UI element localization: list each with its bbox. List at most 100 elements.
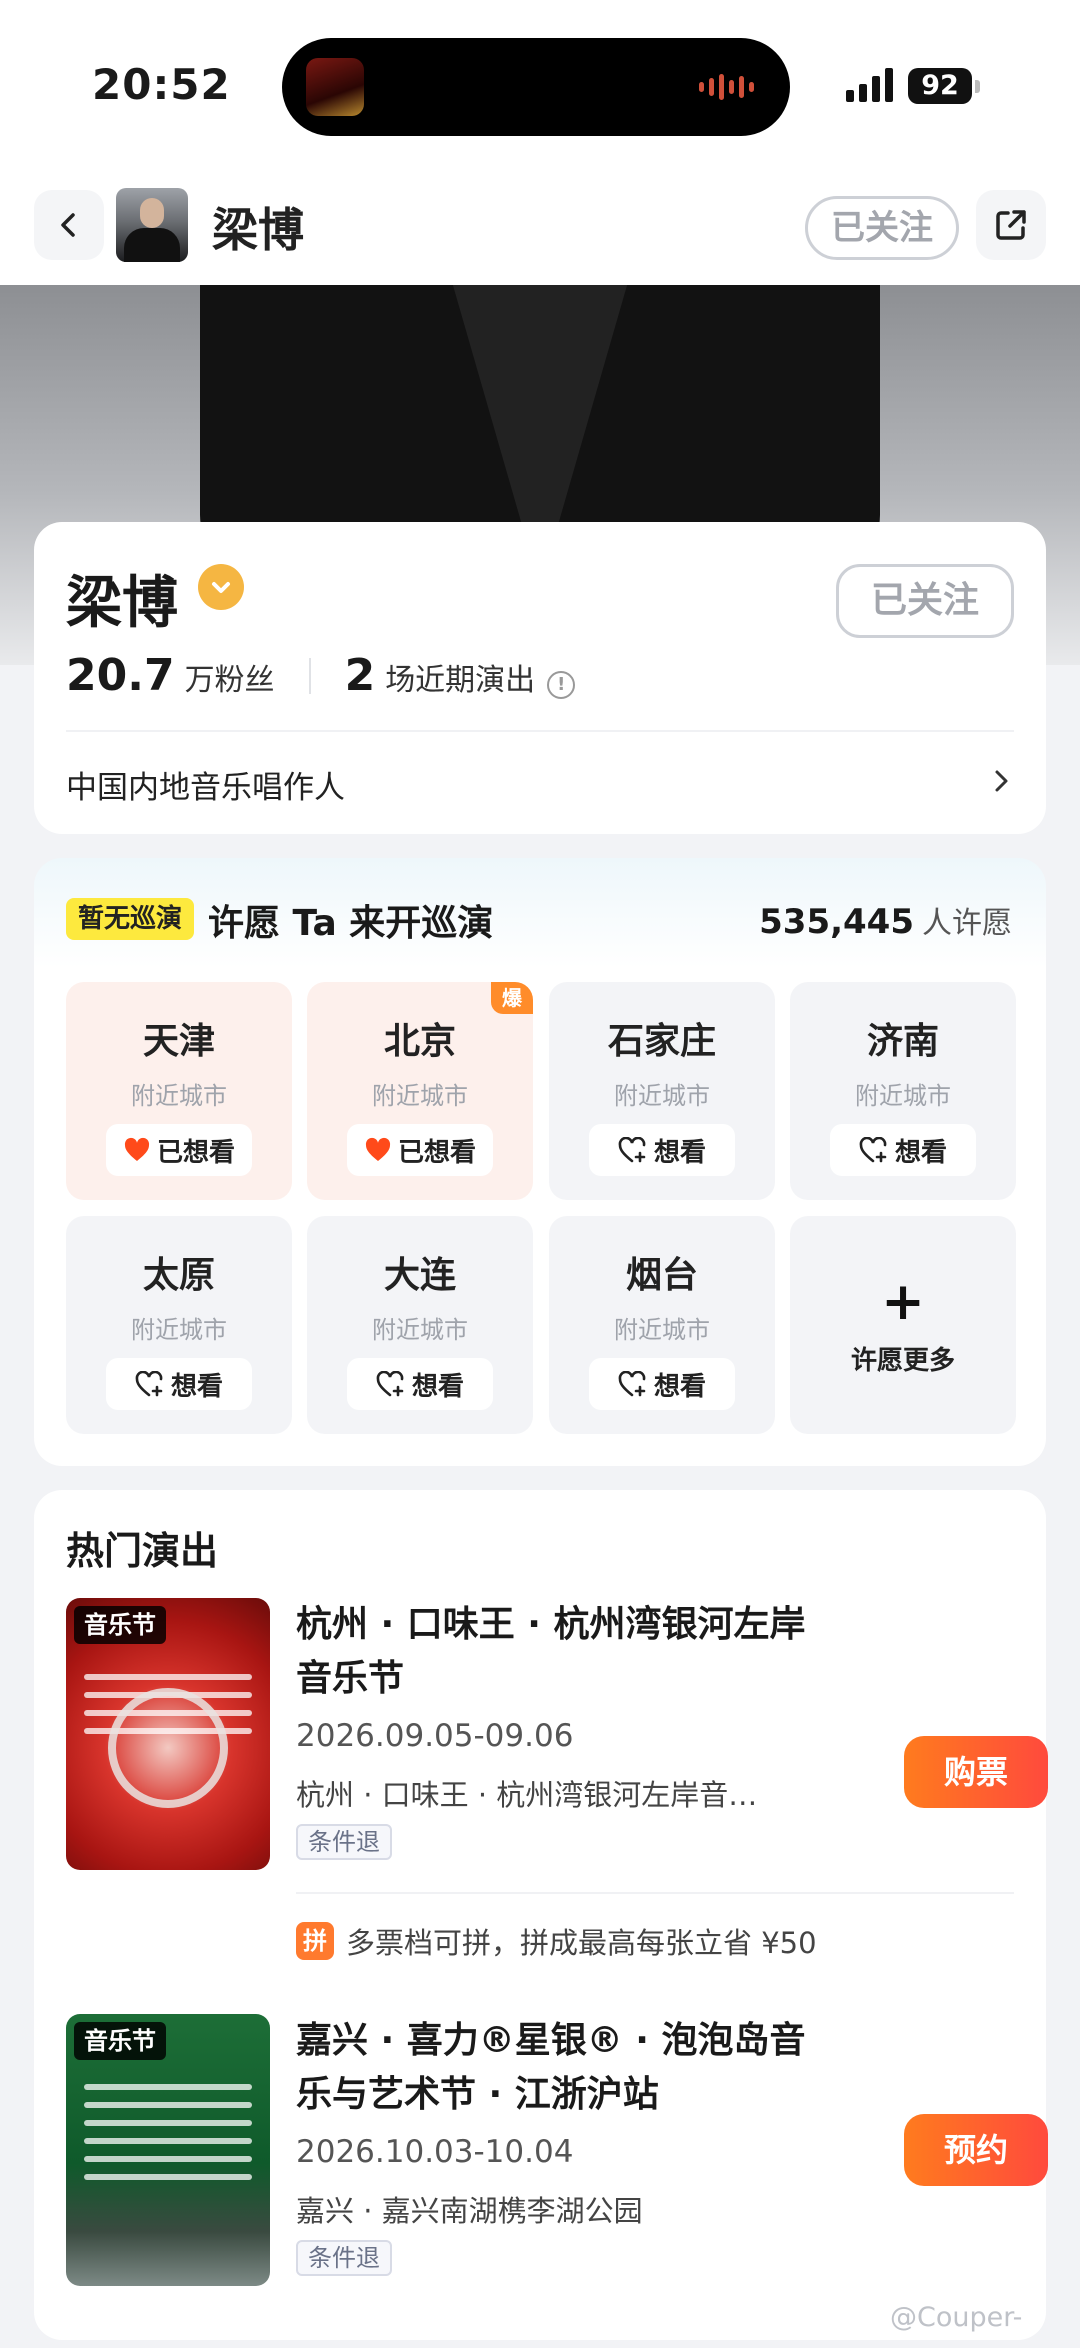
- want-button[interactable]: 想看: [589, 1358, 735, 1410]
- refund-policy-tag: 条件退: [296, 1824, 392, 1860]
- heart-filled-icon: [124, 1137, 150, 1161]
- follow-button[interactable]: 已关注: [836, 564, 1014, 638]
- share-icon: [996, 210, 1026, 240]
- fans-unit: 万粉丝: [184, 663, 275, 698]
- city-nearby-label: 附近城市: [131, 1082, 227, 1110]
- status-bar: 20:52 92: [0, 0, 1080, 150]
- want-button[interactable]: 已想看: [347, 1124, 493, 1176]
- upcoming-shows-unit: 场近期演出: [385, 663, 536, 698]
- city-card-yantai[interactable]: 烟台 附近城市 想看: [549, 1216, 775, 1434]
- want-button[interactable]: 想看: [347, 1358, 493, 1410]
- back-button[interactable]: [34, 190, 104, 260]
- share-button[interactable]: [976, 190, 1046, 260]
- want-button-label: 想看: [653, 1371, 706, 1402]
- hot-shows-heading: 热门演出: [66, 1529, 219, 1573]
- want-button-label: 想看: [170, 1371, 223, 1402]
- wish-more-button[interactable]: + 许愿更多: [790, 1216, 1016, 1434]
- artist-avatar[interactable]: [116, 188, 188, 262]
- city-name: 天津: [142, 1021, 215, 1062]
- hot-shows-card: 热门演出 音乐节 杭州 · 口味王 · 杭州湾银河左岸音乐节 2026.09.0…: [34, 1490, 1048, 2340]
- show-date: 2026.09.05-09.06: [296, 1718, 574, 1754]
- tour-wish-card: 暂无巡演 许愿 Ta 来开巡演 535,445 人许愿 天津 附近城市 已想看 …: [34, 858, 1046, 1466]
- city-card-dalian[interactable]: 大连 附近城市 想看: [307, 1216, 533, 1434]
- info-icon[interactable]: !: [547, 670, 576, 699]
- want-button[interactable]: 已想看: [106, 1124, 252, 1176]
- artist-name: 梁博: [66, 571, 178, 636]
- hot-flame-badge: 爆: [491, 982, 533, 1014]
- battery-tip: [975, 80, 980, 93]
- reserve-button[interactable]: 预约: [904, 2114, 1048, 2186]
- chevron-right-icon[interactable]: [990, 768, 1012, 794]
- heart-plus-icon: [859, 1137, 887, 1163]
- show-item[interactable]: 音乐节 杭州 · 口味王 · 杭州湾银河左岸音乐节 2026.09.05-09.…: [66, 1598, 1048, 1898]
- buy-ticket-button[interactable]: 购票: [904, 1736, 1048, 1808]
- show-poster[interactable]: 音乐节: [66, 2014, 270, 2286]
- want-button-label: 想看: [411, 1371, 464, 1402]
- city-name: 大连: [383, 1255, 456, 1296]
- city-nearby-label: 附近城市: [855, 1082, 951, 1110]
- city-card-taiyuan[interactable]: 太原 附近城市 想看: [66, 1216, 292, 1434]
- dynamic-island[interactable]: [282, 38, 790, 136]
- status-time: 20:52: [92, 60, 231, 109]
- show-title[interactable]: 杭州 · 口味王 · 杭州湾银河左岸音乐节: [296, 1598, 826, 1706]
- upcoming-shows-count: 2: [344, 650, 376, 701]
- no-tour-tag: 暂无巡演: [66, 898, 195, 940]
- cellular-signal-icon: [846, 68, 893, 102]
- audio-wave-icon: [699, 74, 754, 100]
- city-name: 石家庄: [607, 1021, 716, 1062]
- want-button[interactable]: 想看: [830, 1124, 976, 1176]
- nav-follow-button[interactable]: 已关注: [805, 196, 959, 260]
- group-buy-text: 多票档可拼，拼成最高每张立省 ¥50: [346, 1926, 817, 1960]
- show-item[interactable]: 音乐节 嘉兴 · 喜力®星银® · 泡泡岛音乐与艺术节 · 江浙沪站 2026.…: [66, 2014, 1048, 2314]
- battery-indicator: 92: [908, 68, 972, 104]
- wish-count-label: 人许愿: [922, 906, 1012, 941]
- divider: [296, 1892, 1014, 1894]
- city-nearby-label: 附近城市: [372, 1316, 468, 1344]
- tour-wish-title: 许愿 Ta 来开巡演: [208, 903, 494, 944]
- city-card-beijing[interactable]: 爆 北京 附近城市 已想看: [307, 982, 533, 1200]
- show-poster[interactable]: 音乐节: [66, 1598, 270, 1870]
- chevron-left-icon: [61, 213, 75, 237]
- city-card-tianjin[interactable]: 天津 附近城市 已想看: [66, 982, 292, 1200]
- show-venue: 嘉兴 · 嘉兴南湖槜李湖公园: [296, 2194, 643, 2228]
- city-nearby-label: 附近城市: [131, 1316, 227, 1344]
- plus-icon: +: [881, 1272, 925, 1332]
- poster-category-tag: 音乐节: [74, 1606, 166, 1644]
- city-nearby-label: 附近城市: [614, 1316, 710, 1344]
- refund-policy-tag: 条件退: [296, 2240, 392, 2276]
- show-date: 2026.10.03-10.04: [296, 2134, 574, 2170]
- heart-plus-icon: [376, 1371, 404, 1397]
- nav-title: 梁博: [212, 203, 304, 257]
- show-title[interactable]: 嘉兴 · 喜力®星银® · 泡泡岛音乐与艺术节 · 江浙沪站: [296, 2014, 826, 2122]
- artist-bio[interactable]: 中国内地音乐唱作人: [66, 762, 345, 807]
- want-button[interactable]: 想看: [589, 1124, 735, 1176]
- divider: [66, 730, 1014, 732]
- verified-badge-icon: [198, 564, 244, 610]
- want-button[interactable]: 想看: [106, 1358, 252, 1410]
- wish-more-label: 许愿更多: [850, 1346, 955, 1376]
- want-button-label: 想看: [653, 1137, 706, 1168]
- show-venue: 杭州 · 口味王 · 杭州湾银河左岸音…: [296, 1778, 758, 1812]
- poster-category-tag: 音乐节: [74, 2022, 166, 2060]
- top-nav-bar: 梁博 已关注: [0, 150, 1080, 285]
- city-name: 北京: [383, 1021, 456, 1062]
- artist-profile-card: 梁博 已关注 20.7 万粉丝 2 场近期演出 ! 中国内地音乐唱作人: [34, 522, 1046, 834]
- artist-stats: 20.7 万粉丝 2 场近期演出 !: [66, 650, 576, 701]
- city-name: 济南: [866, 1021, 939, 1062]
- want-button-label: 已想看: [397, 1137, 476, 1168]
- heart-plus-icon: [135, 1371, 163, 1397]
- fans-count: 20.7: [66, 650, 175, 701]
- city-nearby-label: 附近城市: [372, 1082, 468, 1110]
- watermark: @Couper-: [890, 2302, 1023, 2333]
- city-card-shijiazhuang[interactable]: 石家庄 附近城市 想看: [549, 982, 775, 1200]
- group-buy-promo[interactable]: 拼 多票档可拼，拼成最高每张立省 ¥50: [296, 1920, 817, 1962]
- heart-plus-icon: [618, 1371, 646, 1397]
- group-buy-badge-icon: 拼: [296, 1922, 334, 1960]
- wish-count: 535,445 人许愿: [759, 898, 1012, 942]
- stats-divider: [308, 657, 311, 694]
- city-card-jinan[interactable]: 济南 附近城市 想看: [790, 982, 1016, 1200]
- city-nearby-label: 附近城市: [614, 1082, 710, 1110]
- want-button-label: 已想看: [156, 1137, 235, 1168]
- wish-count-number: 535,445: [759, 902, 914, 942]
- city-name: 太原: [142, 1255, 215, 1296]
